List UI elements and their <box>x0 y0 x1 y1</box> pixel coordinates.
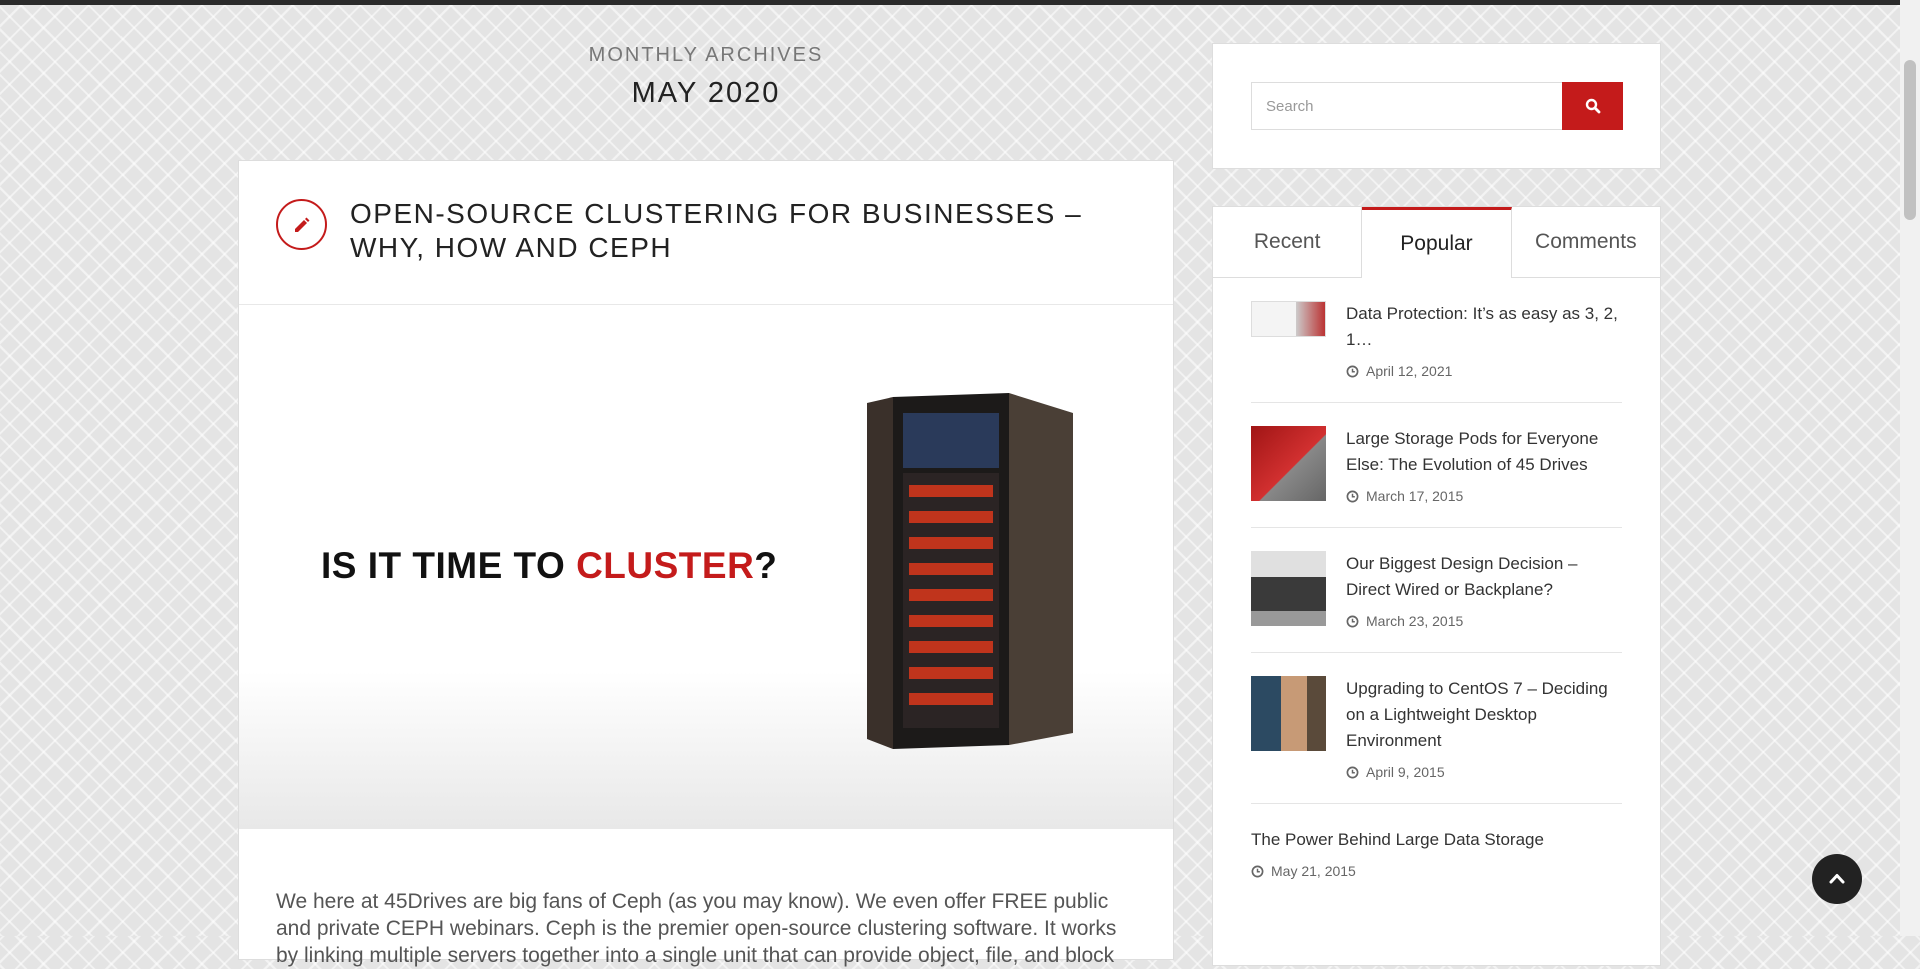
tab-popular[interactable]: Popular <box>1362 207 1512 278</box>
post-thumbnail[interactable] <box>1251 676 1326 751</box>
chevron-up-icon <box>1829 874 1845 884</box>
post-featured-image[interactable]: IS IT TIME TO CLUSTER? <box>239 305 1173 829</box>
clock-icon <box>1346 490 1359 502</box>
search-icon <box>1585 98 1600 114</box>
post-thumbnail[interactable] <box>1251 426 1326 501</box>
list-item-date-text: May 21, 2015 <box>1271 863 1356 879</box>
archive-title: MAY 2020 <box>631 77 781 109</box>
archive-label: MONTHLY ARCHIVES <box>588 44 824 66</box>
list-item-title[interactable]: Upgrading to CentOS 7 – Deciding on a Li… <box>1346 676 1622 754</box>
archive-header: MONTHLY ARCHIVES MAY 2020 <box>238 44 1174 110</box>
list-item-title[interactable]: Our Biggest Design Decision – Direct Wir… <box>1346 551 1622 603</box>
list-item-date-text: March 17, 2015 <box>1366 488 1464 504</box>
post-thumbnail[interactable] <box>1251 301 1326 337</box>
popular-post-list: Data Protection: It’s as easy as 3, 2, 1… <box>1213 278 1660 902</box>
list-item-date: March 23, 2015 <box>1346 613 1622 629</box>
post-thumbnail[interactable] <box>1251 551 1326 626</box>
pencil-icon <box>276 199 327 250</box>
post-title[interactable]: OPEN-SOURCE CLUSTERING FOR BUSINESSES – … <box>350 197 1140 265</box>
post-excerpt: We here at 45Drives are big fans of Ceph… <box>276 890 1117 967</box>
page-scrollbar[interactable] <box>1900 0 1920 936</box>
list-item-date: May 21, 2015 <box>1251 863 1622 879</box>
post-card: OPEN-SOURCE CLUSTERING FOR BUSINESSES – … <box>238 160 1174 967</box>
image-headline-suffix: ? <box>754 545 778 586</box>
clock-icon <box>1346 615 1359 627</box>
list-item: Large Storage Pods for Everyone Else: Th… <box>1251 403 1622 528</box>
search-input[interactable] <box>1251 82 1563 130</box>
image-headline-prefix: IS IT TIME TO <box>321 545 577 586</box>
server-rack-graphic <box>867 393 1073 749</box>
clock-icon <box>1346 365 1359 377</box>
list-item: Our Biggest Design Decision – Direct Wir… <box>1251 528 1622 653</box>
list-item-title[interactable]: Data Protection: It’s as easy as 3, 2, 1… <box>1346 301 1622 353</box>
back-to-top-button[interactable] <box>1812 854 1862 904</box>
image-headline: IS IT TIME TO CLUSTER? <box>321 545 777 587</box>
list-item-date: April 12, 2021 <box>1346 363 1622 379</box>
scrollbar-thumb[interactable] <box>1904 60 1916 220</box>
list-item-date: April 9, 2015 <box>1346 764 1622 780</box>
top-bar <box>0 0 1920 5</box>
list-item-date: March 17, 2015 <box>1346 488 1622 504</box>
list-item: The Power Behind Large Data Storage May … <box>1251 804 1622 902</box>
list-item: Upgrading to CentOS 7 – Deciding on a Li… <box>1251 653 1622 804</box>
search-button[interactable] <box>1562 82 1623 130</box>
widget-tabs: Recent Popular Comments <box>1213 207 1660 278</box>
list-item-date-text: April 12, 2021 <box>1366 363 1453 379</box>
list-item: Data Protection: It’s as easy as 3, 2, 1… <box>1251 278 1622 403</box>
search-widget <box>1212 43 1661 169</box>
clock-icon <box>1251 865 1264 877</box>
image-headline-highlight: CLUSTER <box>576 545 755 586</box>
list-item-title[interactable]: The Power Behind Large Data Storage <box>1251 827 1622 853</box>
tabbed-widget: Recent Popular Comments Data Protection:… <box>1212 206 1661 966</box>
list-item-date-text: March 23, 2015 <box>1366 613 1464 629</box>
clock-icon <box>1346 766 1359 778</box>
tab-comments[interactable]: Comments <box>1512 207 1660 277</box>
list-item-title[interactable]: Large Storage Pods for Everyone Else: Th… <box>1346 426 1622 478</box>
tab-recent[interactable]: Recent <box>1213 207 1363 277</box>
post-header: OPEN-SOURCE CLUSTERING FOR BUSINESSES – … <box>239 161 1173 305</box>
list-item-date-text: April 9, 2015 <box>1366 764 1445 780</box>
